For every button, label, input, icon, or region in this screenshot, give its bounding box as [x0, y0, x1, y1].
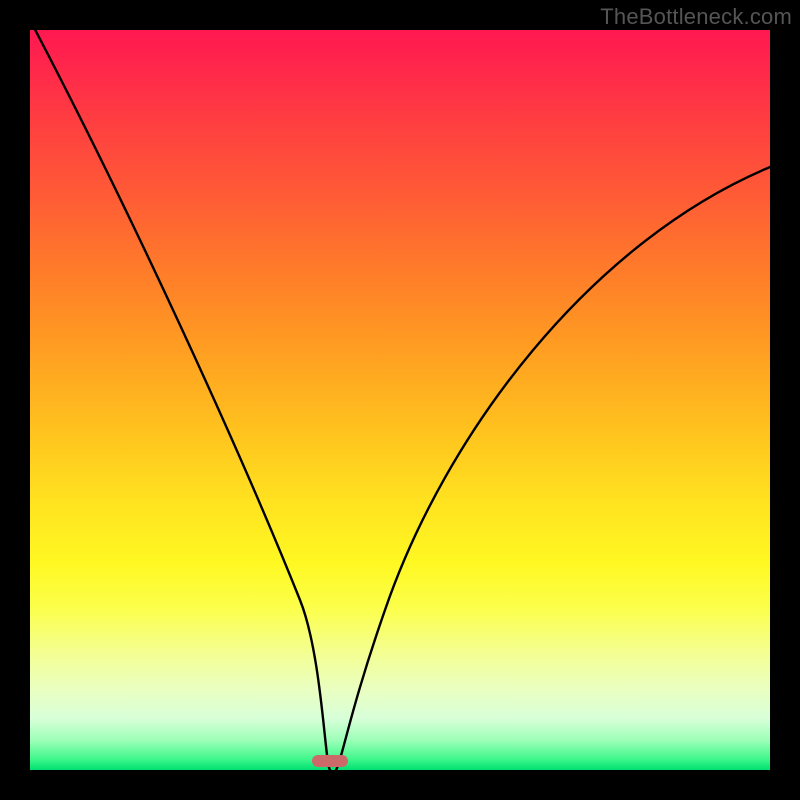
minimum-marker	[312, 755, 348, 767]
bottleneck-curve	[30, 30, 770, 770]
watermark-text: TheBottleneck.com	[600, 4, 792, 30]
plot-area	[30, 30, 770, 770]
curve-right-branch	[336, 165, 770, 770]
curve-left-branch	[30, 30, 330, 770]
chart-frame: TheBottleneck.com	[0, 0, 800, 800]
